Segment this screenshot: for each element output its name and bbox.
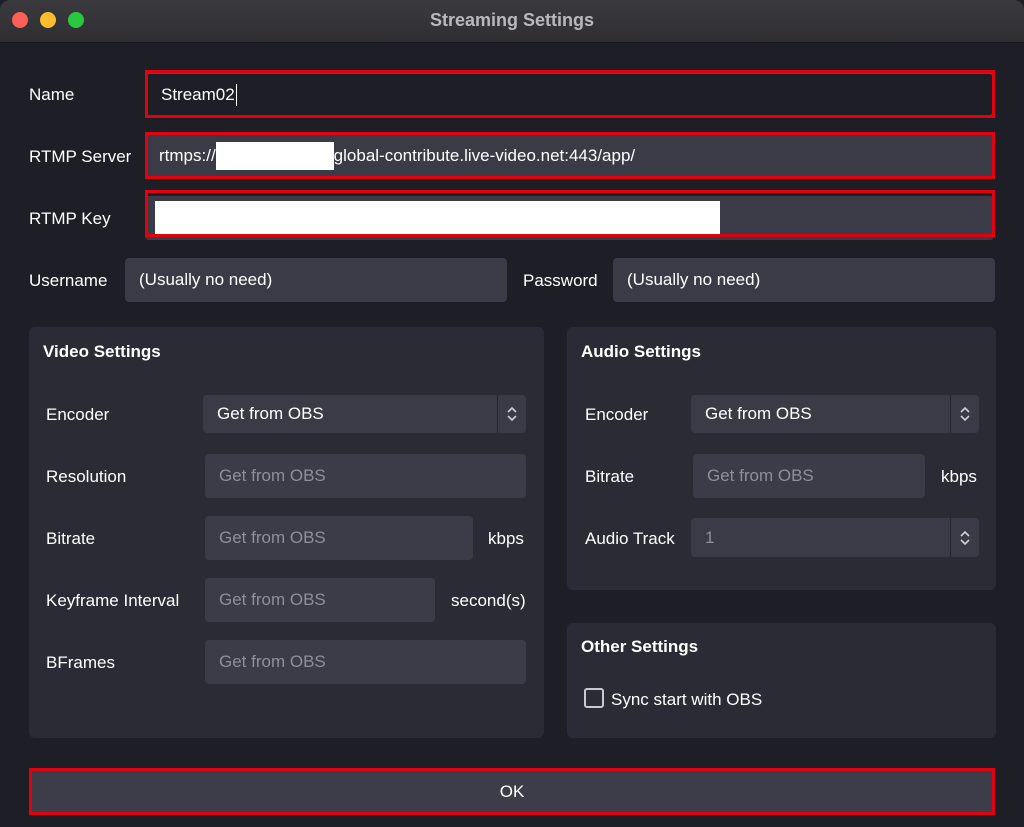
video-encoder-select[interactable]: Get from OBS bbox=[203, 395, 526, 433]
keyframe-interval-unit: second(s) bbox=[451, 591, 526, 610]
audio-bitrate-placeholder: Get from OBS bbox=[707, 466, 814, 485]
video-bitrate-label: Bitrate bbox=[46, 529, 96, 548]
username-input[interactable]: (Usually no need) bbox=[125, 258, 507, 302]
video-settings-title: Video Settings bbox=[43, 342, 161, 361]
video-encoder-value: Get from OBS bbox=[217, 404, 324, 423]
rtmp-server-input[interactable]: rtmps:// global-contribute.live-video.net… bbox=[145, 134, 994, 178]
keyframe-interval-placeholder: Get from OBS bbox=[219, 590, 326, 609]
window-titlebar: Streaming Settings bbox=[0, 0, 1024, 43]
audio-bitrate-label: Bitrate bbox=[585, 467, 635, 486]
audio-track-value: 1 bbox=[705, 527, 715, 547]
video-resolution-input[interactable]: Get from OBS bbox=[205, 454, 526, 498]
audio-encoder-value: Get from OBS bbox=[705, 404, 812, 423]
video-bitrate-unit: kbps bbox=[488, 529, 524, 548]
sync-start-checkbox[interactable] bbox=[584, 688, 604, 708]
keyframe-interval-label: Keyframe Interval bbox=[46, 591, 180, 610]
password-input[interactable]: (Usually no need) bbox=[613, 258, 995, 302]
password-label: Password bbox=[523, 271, 598, 290]
name-label: Name bbox=[29, 85, 75, 104]
window-title: Streaming Settings bbox=[429, 10, 595, 30]
audio-encoder-select[interactable]: Get from OBS bbox=[691, 395, 979, 433]
bframes-input[interactable]: Get from OBS bbox=[205, 640, 526, 684]
text-caret bbox=[235, 83, 237, 106]
name-input-value: Stream02 bbox=[161, 84, 235, 104]
name-input[interactable]: Stream02 bbox=[145, 72, 994, 117]
bframes-placeholder: Get from OBS bbox=[219, 652, 326, 671]
chevron-up-down-icon[interactable] bbox=[497, 395, 526, 433]
video-encoder-label: Encoder bbox=[46, 405, 110, 424]
chevron-up-down-icon[interactable] bbox=[950, 518, 979, 557]
sync-start-label[interactable]: Sync start with OBS bbox=[611, 690, 762, 710]
video-resolution-label: Resolution bbox=[46, 467, 127, 486]
chevron-up-down-icon[interactable] bbox=[950, 395, 979, 433]
keyframe-interval-input[interactable]: Get from OBS bbox=[205, 578, 435, 622]
audio-track-select[interactable]: 1 bbox=[691, 518, 979, 557]
rtmp-server-suffix: global-contribute.live-video.net:443/app… bbox=[333, 146, 636, 165]
video-bitrate-placeholder: Get from OBS bbox=[219, 528, 326, 547]
audio-bitrate-input[interactable]: Get from OBS bbox=[693, 454, 925, 498]
rtmp-key-input[interactable] bbox=[145, 196, 994, 240]
audio-track-label: Audio Track bbox=[585, 529, 675, 548]
audio-encoder-label: Encoder bbox=[585, 405, 649, 424]
audio-bitrate-unit: kbps bbox=[941, 467, 977, 486]
audio-settings-title: Audio Settings bbox=[581, 342, 701, 361]
password-placeholder: (Usually no need) bbox=[627, 270, 761, 289]
video-resolution-placeholder: Get from OBS bbox=[219, 466, 326, 485]
video-bitrate-input[interactable]: Get from OBS bbox=[205, 516, 473, 560]
username-label: Username bbox=[29, 271, 108, 290]
other-settings-title: Other Settings bbox=[581, 637, 699, 656]
redacted-block bbox=[155, 201, 720, 235]
username-placeholder: (Usually no need) bbox=[139, 270, 273, 289]
rtmp-server-prefix: rtmps:// bbox=[159, 146, 216, 165]
redacted-block bbox=[215, 142, 334, 170]
bframes-label: BFrames bbox=[46, 653, 115, 672]
rtmp-server-label: RTMP Server bbox=[29, 147, 132, 166]
ok-button[interactable]: OK bbox=[30, 769, 994, 815]
rtmp-key-label: RTMP Key bbox=[29, 209, 111, 228]
